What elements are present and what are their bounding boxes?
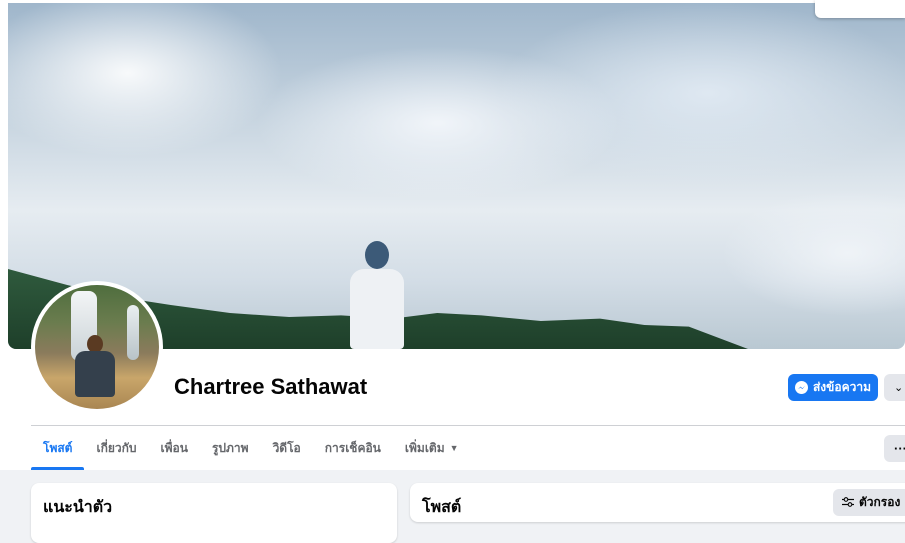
profile-options-button[interactable]: ⌄ [884,374,905,401]
send-message-label: ส่งข้อความ [812,380,871,394]
caret-down-icon: ▼ [449,443,459,453]
tab-photos[interactable]: รูปภาพ [200,426,261,470]
tab-more[interactable]: เพิ่มเติม ▼ [393,426,471,470]
intro-title: แนะนำตัว [43,499,113,516]
send-message-button[interactable]: ส่งข้อความ [788,374,878,401]
tab-check-ins[interactable]: การเช็คอิน [313,426,393,470]
tab-posts[interactable]: โพสต์ [31,426,85,470]
filter-sliders-icon [842,496,854,510]
more-options-button[interactable]: ··· [884,435,905,462]
tab-friends[interactable]: เพื่อน [149,426,200,470]
messenger-icon [794,381,808,394]
posts-card: โพสต์ ตัวกรอง [410,483,905,522]
posts-title: โพสต์ [422,499,462,516]
profile-avatar[interactable] [31,281,163,413]
cover-person [346,241,406,349]
filter-label: ตัวกรอง [859,495,901,509]
profile-name: Chartree Sathawat [174,374,368,399]
tab-about[interactable]: เกี่ยวกับ [84,426,148,470]
tab-videos[interactable]: วิดีโอ [261,426,313,470]
more-dots-icon: ··· [894,441,905,456]
filter-button[interactable]: ตัวกรอง [833,489,905,516]
profile-tabs: โพสต์ เกี่ยวกับ เพื่อน รูปภาพ วิดีโอ การ… [31,426,471,470]
chevron-down-icon: ⌄ [894,382,904,394]
account-menu-popup [815,0,905,18]
intro-card: แนะนำตัว [31,483,397,543]
cover-photo[interactable] [8,3,905,349]
